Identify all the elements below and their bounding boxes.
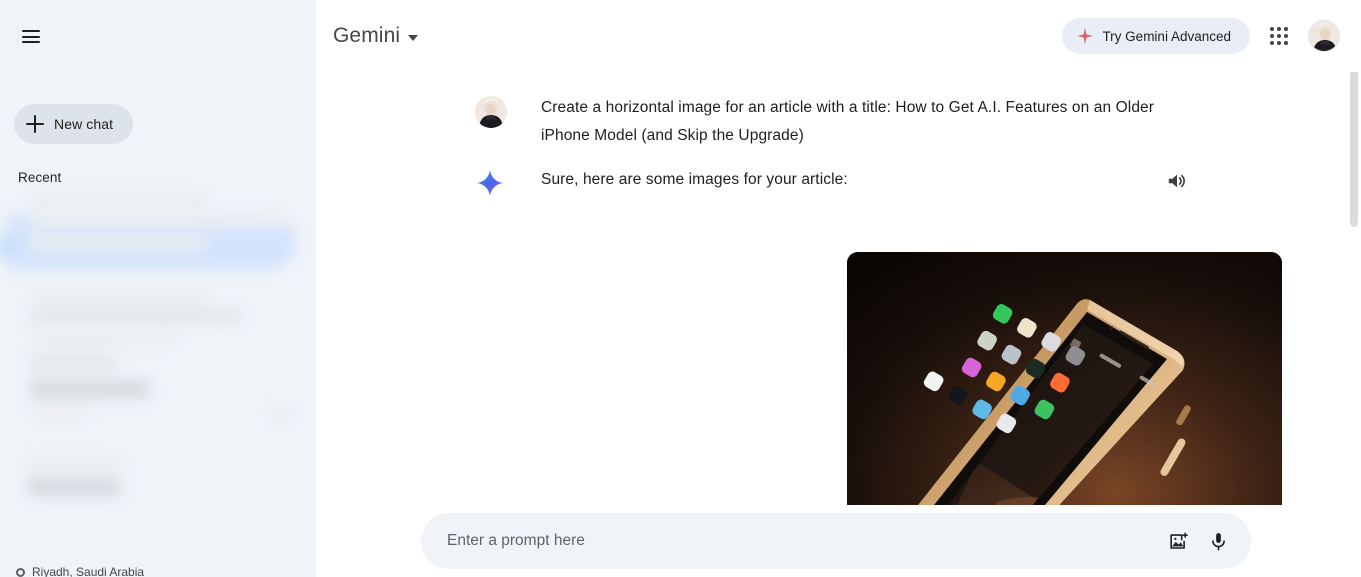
generated-image[interactable]: [847, 252, 1282, 505]
google-apps-grid-icon[interactable]: [1259, 16, 1299, 56]
list-item[interactable]: [28, 236, 208, 250]
microphone-icon[interactable]: [1198, 521, 1238, 561]
list-item[interactable]: [28, 454, 120, 472]
list-item[interactable]: [30, 215, 292, 228]
plus-icon: [26, 115, 44, 133]
composer-bar: [316, 505, 1361, 577]
location-label: Riyadh, Saudi Arabia: [32, 565, 145, 577]
user-avatar: [475, 96, 507, 128]
try-gemini-advanced-label: Try Gemini Advanced: [1102, 28, 1231, 44]
avatar[interactable]: [1308, 20, 1340, 52]
avatar: [475, 96, 507, 128]
location-pin-icon: [16, 567, 25, 577]
list-item[interactable]: [268, 406, 294, 424]
prompt-composer[interactable]: [421, 513, 1251, 569]
list-item[interactable]: [30, 380, 150, 398]
model-message: Sure, here are some images for your arti…: [316, 166, 1361, 200]
speaker-volume-glyph: [1168, 174, 1185, 188]
brand-model-selector[interactable]: Gemini: [333, 24, 419, 48]
chat-history-list[interactable]: [0, 192, 316, 542]
sidebar: New chat Recent Riyadh, Saudi Arabia: [0, 0, 316, 577]
speaker-volume-icon[interactable]: [1163, 167, 1191, 195]
microphone-glyph: [1211, 532, 1225, 551]
search-input[interactable]: [447, 514, 1158, 568]
list-item[interactable]: [28, 404, 90, 420]
page-title: Gemini: [333, 24, 401, 47]
sidebar-item-selected-marker: [0, 234, 14, 258]
chevron-down-icon: [408, 34, 419, 41]
hamburger-menu-icon[interactable]: [14, 19, 48, 53]
user-message: Create a horizontal image for an article…: [316, 94, 1361, 150]
user-message-text: Create a horizontal image for an article…: [541, 99, 1155, 144]
main-panel: Gemini Try Gemini Advanced Create a hori…: [316, 0, 1361, 577]
location-indicator: Riyadh, Saudi Arabia: [16, 565, 144, 577]
list-item[interactable]: [28, 192, 210, 207]
scrollbar-thumb[interactable]: [1350, 65, 1358, 227]
gemini-sparkle-icon: [475, 168, 507, 200]
scrollbar-track[interactable]: [1347, 0, 1361, 577]
gold-iphone-dark-background-image: [847, 252, 1282, 505]
list-item[interactable]: [28, 478, 120, 496]
sparkle-icon: [1077, 28, 1094, 44]
try-gemini-advanced-button[interactable]: Try Gemini Advanced: [1062, 18, 1250, 54]
list-item[interactable]: [30, 332, 180, 346]
add-image-icon[interactable]: [1158, 521, 1198, 561]
new-chat-label: New chat: [54, 116, 114, 132]
recent-section-label: Recent: [18, 170, 62, 185]
list-item[interactable]: [28, 288, 210, 303]
add-image-glyph: [1169, 532, 1188, 549]
new-chat-button[interactable]: New chat: [14, 104, 134, 144]
conversation-area[interactable]: Create a horizontal image for an article…: [316, 72, 1361, 505]
gemini-sparkle-glyph: [476, 169, 504, 197]
model-message-text: Sure, here are some images for your arti…: [541, 171, 848, 188]
list-item[interactable]: [30, 308, 240, 324]
list-item[interactable]: [30, 355, 118, 371]
top-bar-actions: Try Gemini Advanced: [1062, 0, 1361, 72]
top-bar: Gemini Try Gemini Advanced: [316, 0, 1361, 72]
user-avatar: [1309, 21, 1339, 51]
gemini-app-window: New chat Recent Riyadh, Saudi Arabia Gem…: [0, 0, 1361, 577]
